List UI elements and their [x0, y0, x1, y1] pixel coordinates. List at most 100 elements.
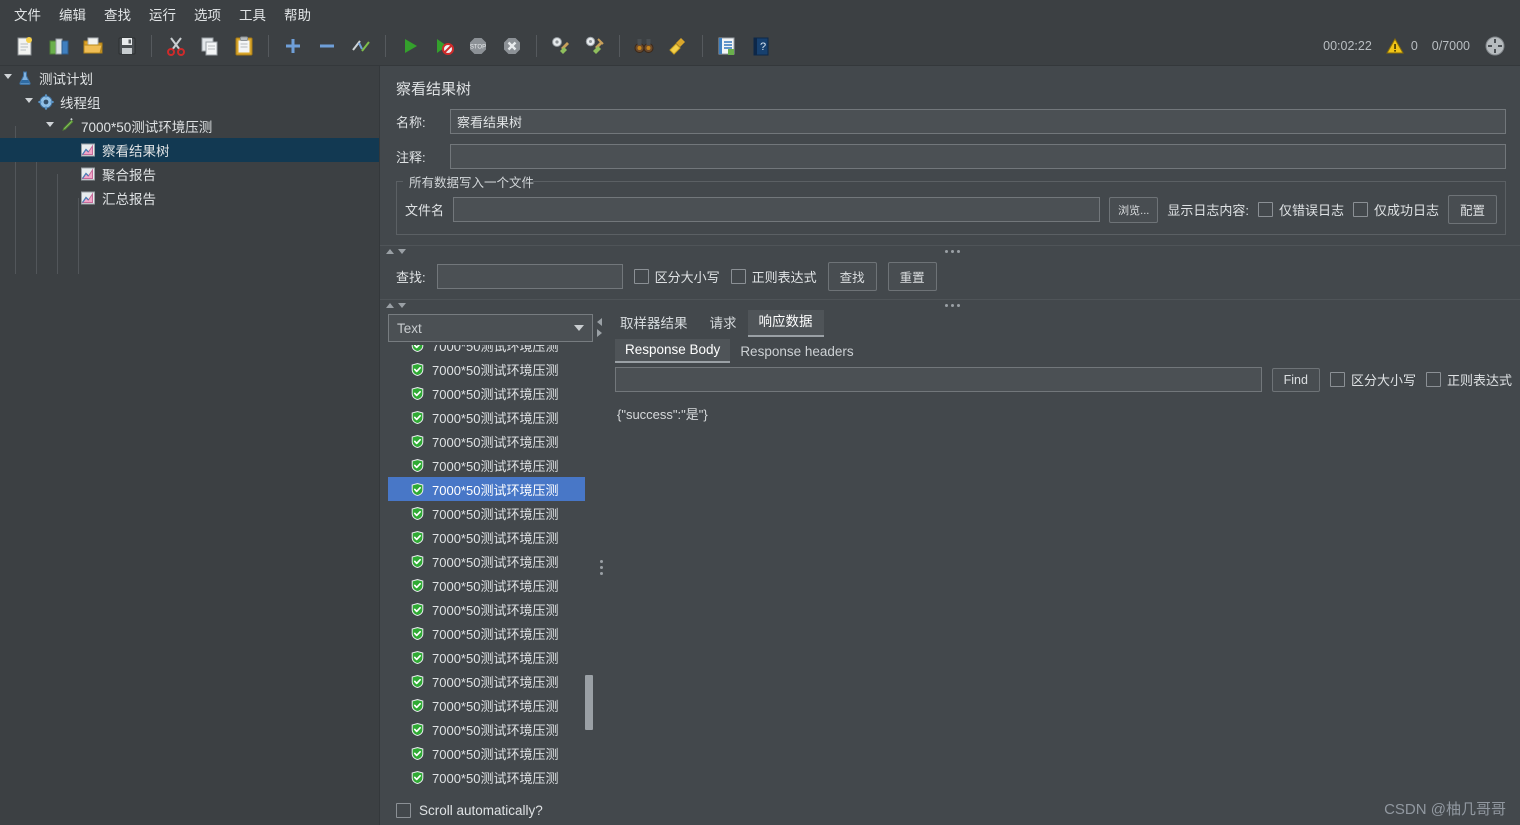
- result-list-item[interactable]: 7000*50测试环境压测: [388, 597, 593, 621]
- collapse-up-icon[interactable]: [386, 302, 394, 308]
- warning-indicator[interactable]: 0: [1385, 37, 1418, 55]
- checkbox-box[interactable]: [1352, 202, 1368, 217]
- menu-run[interactable]: 运行: [141, 1, 184, 27]
- renderer-select[interactable]: Text: [388, 314, 593, 342]
- help-book-icon[interactable]: ?: [744, 30, 778, 62]
- find-button[interactable]: 查找: [827, 262, 877, 291]
- splitter-upper[interactable]: [380, 245, 1520, 256]
- clear-all-broom-icon[interactable]: [578, 30, 612, 62]
- menu-tools[interactable]: 工具: [231, 1, 274, 27]
- response-body-text[interactable]: {"success":"是"}: [607, 396, 1520, 825]
- menu-search[interactable]: 查找: [96, 1, 139, 27]
- tab-request[interactable]: 请求: [699, 308, 748, 337]
- result-list-item[interactable]: 7000*50测试环境压测: [388, 477, 593, 501]
- vsplitter-arrows[interactable]: [597, 318, 602, 337]
- menu-file[interactable]: 文件: [6, 1, 49, 27]
- paste-clipboard-icon[interactable]: [227, 30, 261, 62]
- minus-icon[interactable]: [310, 30, 344, 62]
- start-no-pause-icon[interactable]: [427, 30, 461, 62]
- results-scrollbar-thumb[interactable]: [585, 675, 593, 730]
- result-list-item[interactable]: 7000*50测试环境压测: [388, 717, 593, 741]
- result-list-item[interactable]: 7000*50测试环境压测: [388, 789, 593, 795]
- collapse-down-icon[interactable]: [398, 302, 406, 308]
- clear-broom-icon[interactable]: [544, 30, 578, 62]
- errors-only-checkbox[interactable]: 仅错误日志: [1257, 200, 1344, 219]
- result-list-item[interactable]: 7000*50测试环境压测: [388, 381, 593, 405]
- splitter-arrows[interactable]: [386, 248, 406, 254]
- result-list-item[interactable]: 7000*50测试环境压测: [388, 765, 593, 789]
- name-input[interactable]: [450, 109, 1506, 134]
- result-list-item[interactable]: 7000*50测试环境压测: [388, 669, 593, 693]
- save-floppy-icon[interactable]: [110, 30, 144, 62]
- configure-button[interactable]: 配置: [1447, 195, 1497, 224]
- checkbox-box[interactable]: [730, 269, 746, 284]
- tree-node-sampler[interactable]: 7000*50测试环境压测: [0, 114, 379, 138]
- shutdown-icon[interactable]: [495, 30, 529, 62]
- expand-toolbar-icon[interactable]: [1484, 35, 1506, 57]
- new-document-icon[interactable]: [8, 30, 42, 62]
- subtab-response-body[interactable]: Response Body: [615, 339, 731, 363]
- result-list-item[interactable]: 7000*50测试环境压测: [388, 345, 593, 357]
- result-list-item[interactable]: 7000*50测试环境压测: [388, 693, 593, 717]
- result-list-item[interactable]: 7000*50测试环境压测: [388, 573, 593, 597]
- response-case-sensitive-checkbox[interactable]: 区分大小写: [1329, 370, 1416, 389]
- result-list-item[interactable]: 7000*50测试环境压测: [388, 453, 593, 477]
- templates-icon[interactable]: [42, 30, 76, 62]
- open-folder-icon[interactable]: [76, 30, 110, 62]
- tab-response-data[interactable]: 响应数据: [747, 306, 824, 337]
- function-helper-icon[interactable]: [710, 30, 744, 62]
- start-play-icon[interactable]: [393, 30, 427, 62]
- sample-results-list[interactable]: 7000*50测试环境压测 7000*50测试环境压测 7000*50测试环境压测 7…: [388, 345, 593, 795]
- result-list-item[interactable]: 7000*50测试环境压测: [388, 429, 593, 453]
- collapse-right-icon[interactable]: [597, 329, 602, 337]
- chevron-down-icon[interactable]: [574, 325, 584, 331]
- copy-icon[interactable]: [193, 30, 227, 62]
- search-regex-checkbox[interactable]: 正则表达式: [730, 267, 817, 286]
- menu-edit[interactable]: 编辑: [51, 1, 94, 27]
- tree-node-summary-report[interactable]: 汇总报告: [0, 186, 379, 210]
- tab-sampler-result[interactable]: 取样器结果: [609, 308, 699, 337]
- splitter-arrows[interactable]: [386, 302, 406, 308]
- search-input[interactable]: [436, 264, 623, 289]
- search-case-sensitive-checkbox[interactable]: 区分大小写: [633, 267, 720, 286]
- checkbox-box[interactable]: [633, 269, 649, 284]
- checkbox-box[interactable]: [396, 802, 411, 818]
- menu-help[interactable]: 帮助: [276, 1, 319, 27]
- test-plan-tree[interactable]: 测试计划 线程组 7000*50测试环境压测 察看结果树 聚合报告 汇总报告: [0, 66, 379, 825]
- cut-scissors-icon[interactable]: [159, 30, 193, 62]
- tree-node-test-plan[interactable]: 测试计划: [0, 66, 379, 90]
- vertical-splitter[interactable]: [595, 310, 607, 825]
- search-binoculars-icon[interactable]: [627, 30, 661, 62]
- tree-node-thread-group[interactable]: 线程组: [0, 90, 379, 114]
- success-only-checkbox[interactable]: 仅成功日志: [1352, 200, 1439, 219]
- checkbox-box[interactable]: [1257, 202, 1273, 217]
- response-find-input[interactable]: [615, 367, 1262, 392]
- reset-button[interactable]: 重置: [887, 262, 937, 291]
- browse-button[interactable]: 浏览...: [1109, 196, 1159, 223]
- result-list-item[interactable]: 7000*50测试环境压测: [388, 621, 593, 645]
- result-list-item[interactable]: 7000*50测试环境压测: [388, 405, 593, 429]
- results-scrollbar[interactable]: [585, 345, 593, 795]
- expand-arrow-icon[interactable]: [21, 90, 37, 114]
- response-regex-checkbox[interactable]: 正则表达式: [1425, 370, 1512, 389]
- comment-input[interactable]: [450, 144, 1506, 169]
- menu-options[interactable]: 选项: [186, 1, 229, 27]
- tree-node-view-results-tree[interactable]: 察看结果树: [0, 138, 379, 162]
- autoscroll-checkbox[interactable]: Scroll automatically?: [388, 795, 595, 825]
- result-list-item[interactable]: 7000*50测试环境压测: [388, 741, 593, 765]
- response-find-button[interactable]: Find: [1271, 367, 1320, 392]
- expand-arrow-icon[interactable]: [42, 114, 58, 138]
- collapse-left-icon[interactable]: [597, 318, 602, 326]
- reset-broom-icon[interactable]: [661, 30, 695, 62]
- result-list-item[interactable]: 7000*50测试环境压测: [388, 645, 593, 669]
- checkbox-box[interactable]: [1329, 372, 1345, 387]
- expand-arrow-icon[interactable]: [0, 66, 16, 90]
- result-list-item[interactable]: 7000*50测试环境压测: [388, 525, 593, 549]
- subtab-response-headers[interactable]: Response headers: [730, 341, 863, 363]
- collapse-down-icon[interactable]: [398, 248, 406, 254]
- filename-input[interactable]: [453, 197, 1101, 222]
- stop-icon[interactable]: STOP: [461, 30, 495, 62]
- result-list-item[interactable]: 7000*50测试环境压测: [388, 501, 593, 525]
- result-list-item[interactable]: 7000*50测试环境压测: [388, 549, 593, 573]
- tree-node-aggregate-report[interactable]: 聚合报告: [0, 162, 379, 186]
